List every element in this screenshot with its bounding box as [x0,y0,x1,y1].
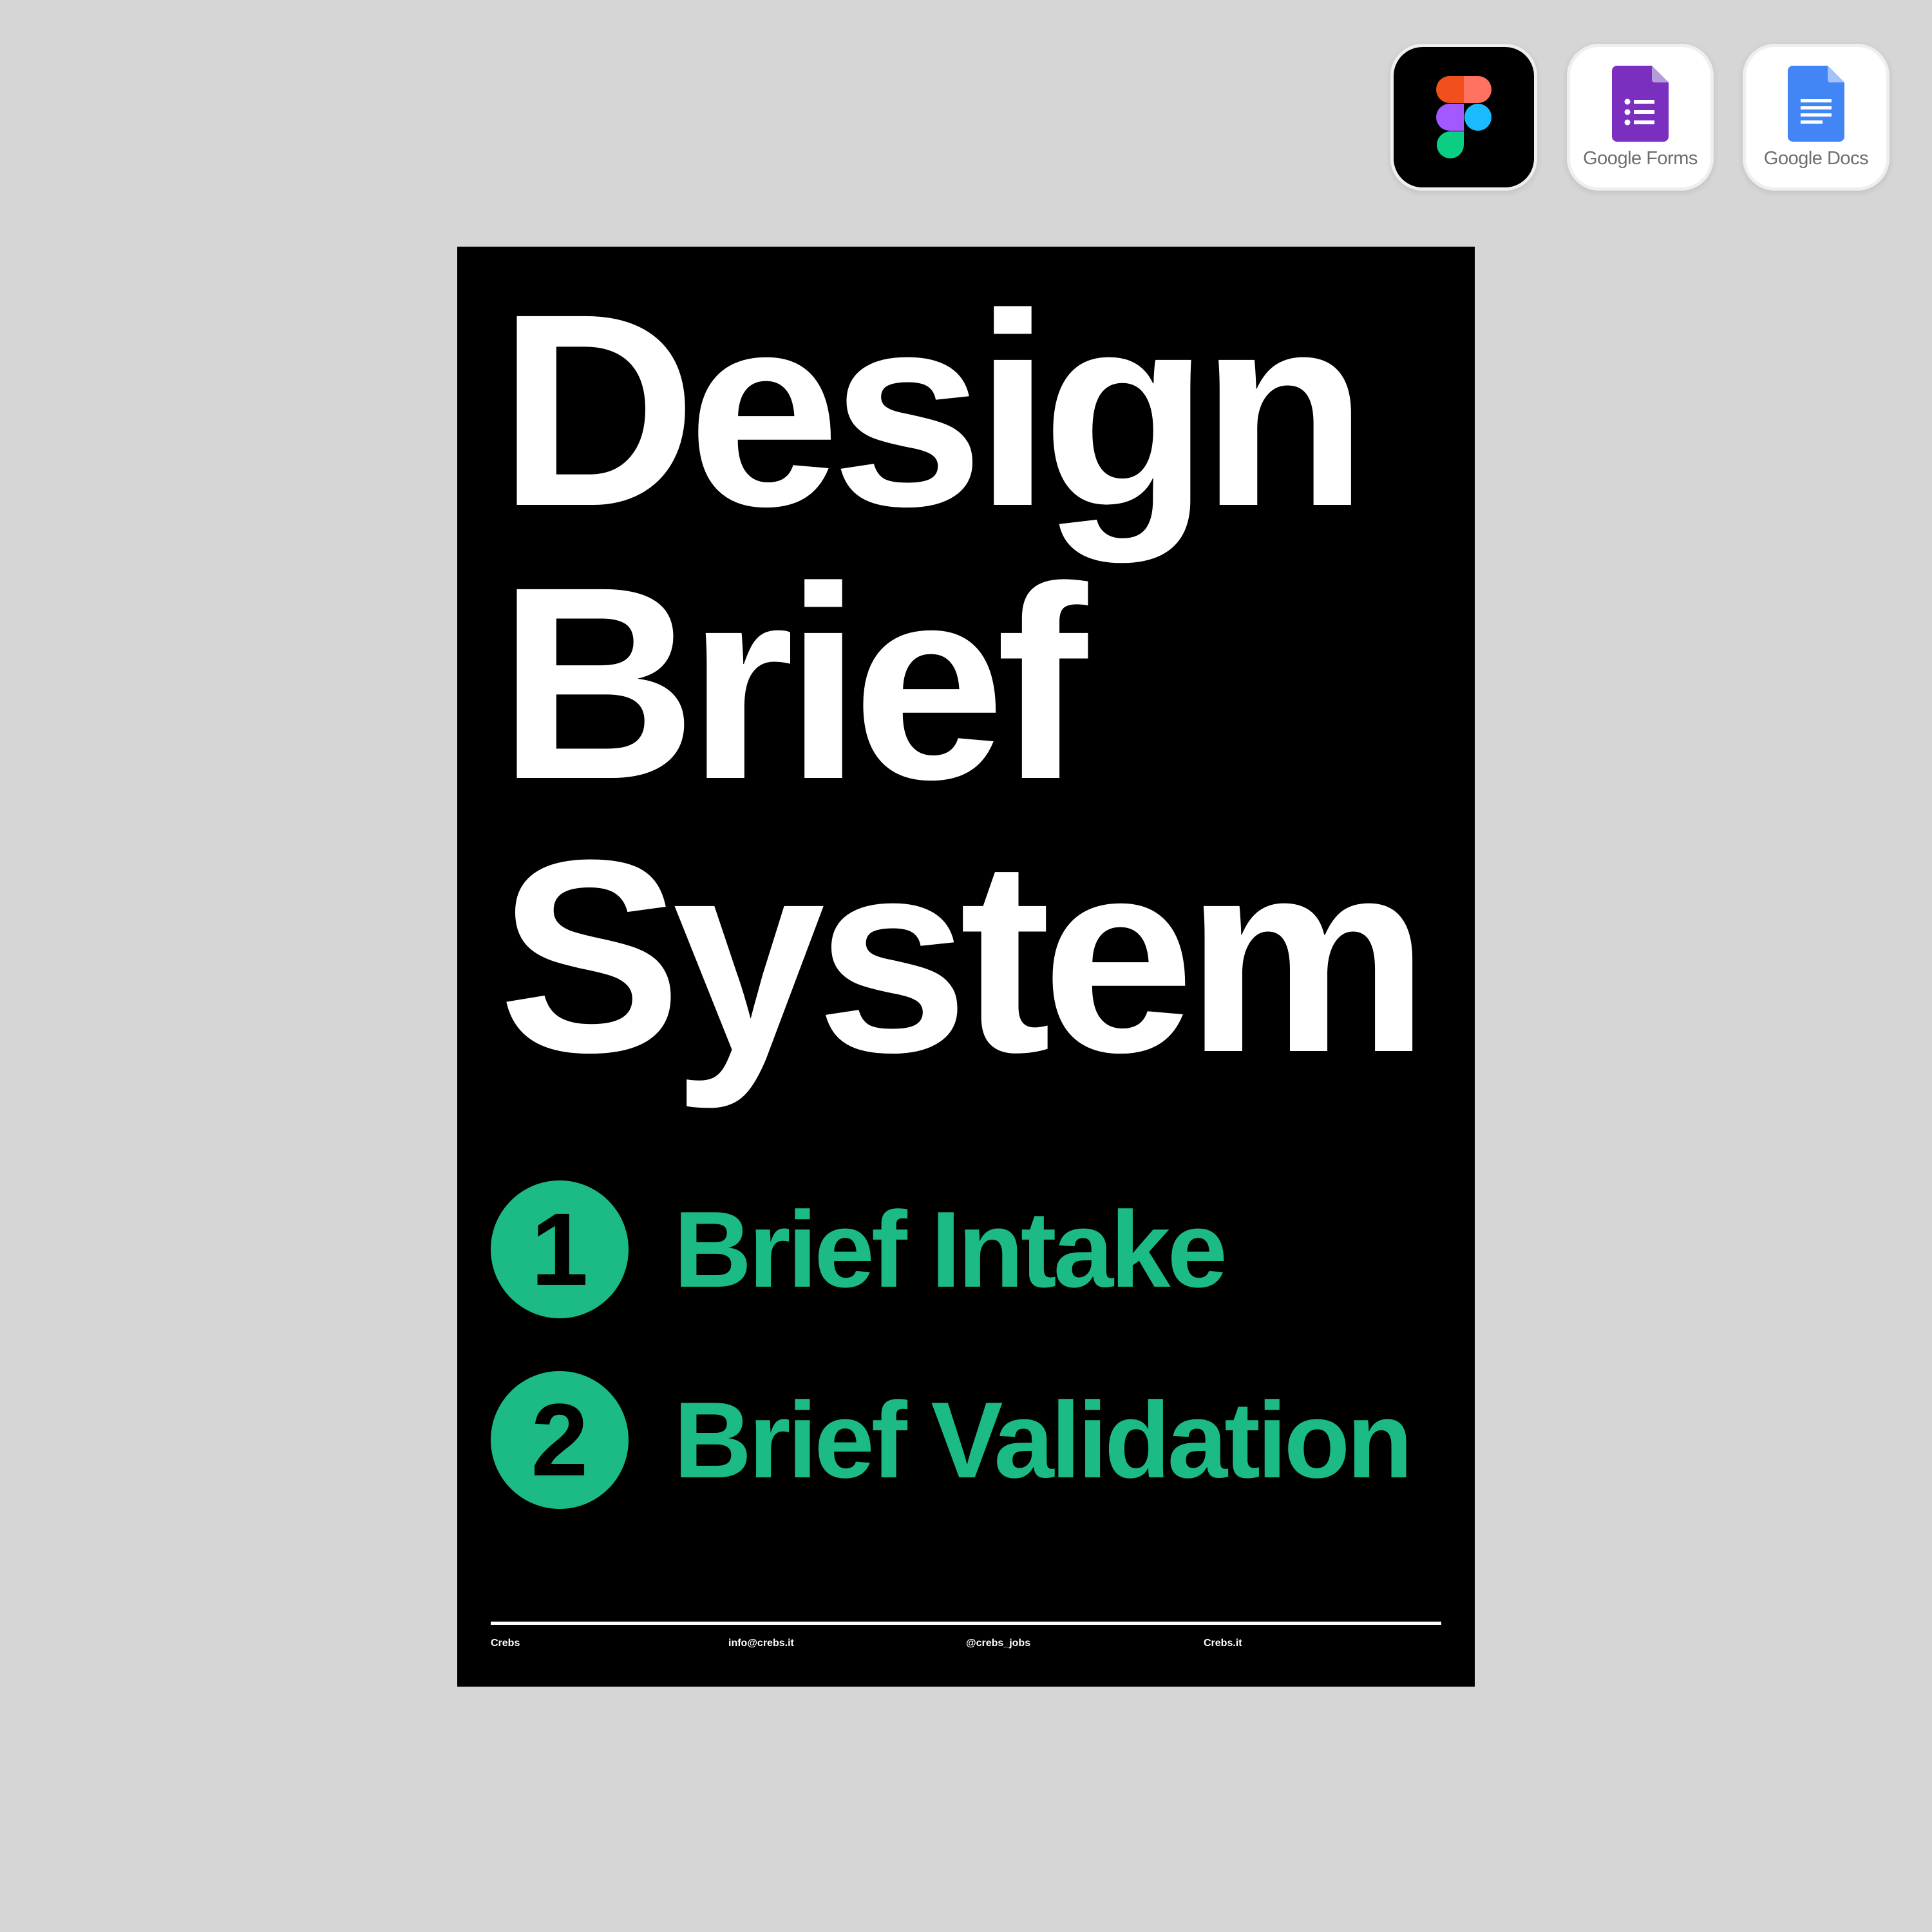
step-number-badge: 1 [491,1180,629,1318]
google-forms-icon[interactable]: Google Forms [1567,44,1714,191]
poster-footer: Crebs info@crebs.it @crebs_jobs Crebs.it [491,1638,1441,1649]
google-docs-label: Google Docs [1763,147,1869,169]
step-label: Brief Intake [674,1189,1227,1310]
footer-website: Crebs.it [1204,1638,1242,1649]
step-brief-intake: 1 Brief Intake [491,1180,1227,1318]
forms-document-icon [1612,65,1669,142]
footer-divider [491,1622,1441,1625]
title-line-system: System [498,803,1430,1110]
title-line-design: Design [498,257,1368,564]
poster-title: Design Brief System [498,257,1430,1110]
footer-handle: @crebs_jobs [966,1638,1031,1649]
footer-brand: Crebs [491,1638,520,1649]
poster: Design Brief System 1 Brief Intake 2 Bri… [457,247,1475,1687]
footer-email: info@crebs.it [728,1638,794,1649]
google-forms-label: Google Forms [1583,147,1698,169]
docs-document-icon [1788,65,1844,142]
figma-logo-icon [1436,76,1492,158]
step-brief-validation: 2 Brief Validation [491,1371,1413,1509]
figma-icon[interactable] [1390,44,1537,191]
title-line-brief: Brief [498,530,1088,837]
step-number-badge: 2 [491,1371,629,1509]
google-docs-icon[interactable]: Google Docs [1743,44,1889,191]
step-label: Brief Validation [674,1379,1413,1501]
